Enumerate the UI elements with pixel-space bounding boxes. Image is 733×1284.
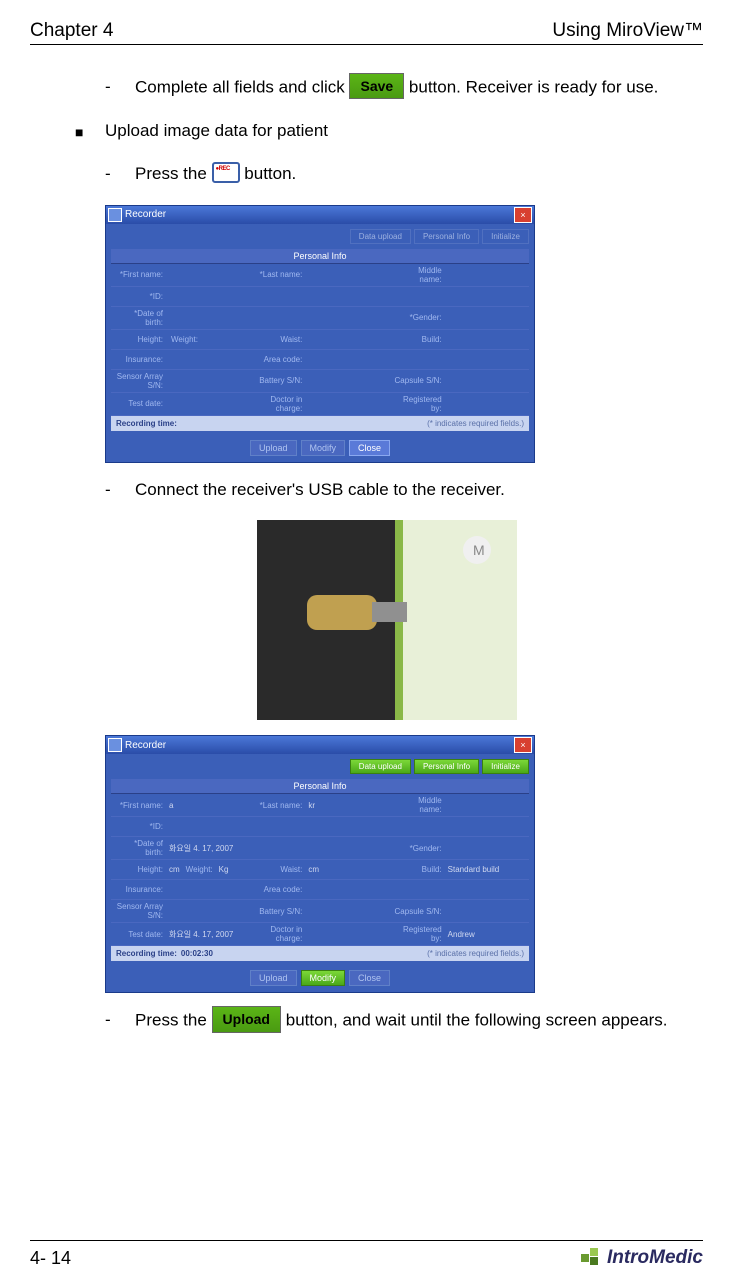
instruction-text: Press the Upload button, and wait until … <box>135 1008 698 1034</box>
bullet-dash: - <box>105 162 135 187</box>
bullet-dash: - <box>105 1008 135 1034</box>
field-label: Height: <box>111 333 167 346</box>
titlebar: Recorder × <box>106 736 534 754</box>
field-value: cm <box>167 863 182 876</box>
field-label: Area code: <box>250 883 306 896</box>
field-label: Middle name: <box>390 794 446 816</box>
field-label: *ID: <box>111 290 167 303</box>
field-label: Insurance: <box>111 883 167 896</box>
field-value: 화요일 4. 17, 2007 <box>167 927 235 942</box>
field-value: a <box>167 799 175 812</box>
main-content: - Complete all fields and click Save but… <box>30 45 703 1240</box>
field-value: Andrew <box>446 928 477 941</box>
field-value: kr <box>306 799 317 812</box>
instruction-text: Connect the receiver's USB cable to the … <box>135 478 698 503</box>
bullet-square: ■ <box>75 119 105 144</box>
upload-button[interactable]: Upload <box>250 970 297 986</box>
field-label: *ID: <box>111 820 167 833</box>
field-label: Area code: <box>250 353 306 366</box>
field-label: Weight: <box>182 863 217 876</box>
titlebar: Recorder × <box>106 206 534 224</box>
field-label: Doctor in charge: <box>250 393 306 415</box>
field-label: Capsule S/N: <box>390 905 446 918</box>
instruction-text: Complete all fields and click Save butto… <box>135 75 698 101</box>
field-label: Waist: <box>250 333 306 346</box>
bullet-dash: - <box>105 75 135 101</box>
bullet-dash: - <box>105 478 135 503</box>
instruction-text: Press the button. <box>135 162 698 187</box>
rec-icon[interactable] <box>212 162 240 183</box>
field-label: *Last name: <box>250 268 306 281</box>
field-label: Waist: <box>250 863 306 876</box>
field-label: Capsule S/N: <box>390 374 446 387</box>
tab-initialize[interactable]: Initialize <box>482 229 529 244</box>
close-button[interactable]: Close <box>349 970 390 986</box>
field-value: 화요일 4. 17, 2007 <box>167 841 235 856</box>
field-label: Sensor Array S/N: <box>111 900 167 922</box>
field-label: *Date of birth: <box>111 307 167 329</box>
field-label: *First name: <box>111 268 167 281</box>
svg-text:M: M <box>473 542 485 558</box>
product-label: Using MiroView™ <box>552 20 703 42</box>
section-heading: Upload image data for patient <box>105 119 698 144</box>
recording-time-value: 00:02:30 <box>181 949 213 958</box>
usb-connection-photo: M <box>257 520 517 720</box>
close-icon[interactable]: × <box>514 207 532 223</box>
field-label: Insurance: <box>111 353 167 366</box>
page-number: 4- 14 <box>30 1248 71 1269</box>
field-label: *First name: <box>111 799 167 812</box>
field-label: Battery S/N: <box>250 905 306 918</box>
required-note: (* indicates required fields.) <box>427 949 524 958</box>
chapter-label: Chapter 4 <box>30 20 113 42</box>
field-value: cm <box>306 863 321 876</box>
upload-button[interactable]: Upload <box>212 1006 281 1032</box>
field-label: *Date of birth: <box>111 837 167 859</box>
modify-button[interactable]: Modify <box>301 440 346 456</box>
section-title: Personal Info <box>111 249 529 264</box>
field-label: Battery S/N: <box>250 374 306 387</box>
tab-personal-info[interactable]: Personal Info <box>414 229 479 244</box>
field-label: Registered by: <box>390 393 446 415</box>
modify-button[interactable]: Modify <box>301 970 346 986</box>
window-icon <box>108 738 122 752</box>
close-button[interactable]: Close <box>349 440 390 456</box>
window-icon <box>108 208 122 222</box>
tab-data-upload[interactable]: Data upload <box>350 759 411 774</box>
tab-data-upload[interactable]: Data upload <box>350 229 411 244</box>
required-note: (* indicates required fields.) <box>427 419 524 428</box>
field-value: Kg <box>217 863 231 876</box>
tab-initialize[interactable]: Initialize <box>482 759 529 774</box>
recording-time-label: Recording time: <box>116 419 177 428</box>
tab-personal-info[interactable]: Personal Info <box>414 759 479 774</box>
save-button[interactable]: Save <box>349 73 404 99</box>
window-title: Recorder <box>125 209 166 220</box>
field-label: *Gender: <box>390 311 446 324</box>
logo-text: IntroMedic <box>607 1247 703 1269</box>
field-label: Doctor in charge: <box>250 923 306 945</box>
company-logo: IntroMedic <box>581 1247 703 1269</box>
field-label: Test date: <box>111 397 167 410</box>
page-footer: 4- 14 IntroMedic <box>30 1240 703 1269</box>
field-label: Test date: <box>111 928 167 941</box>
field-value: Standard build <box>446 863 502 876</box>
page-header: Chapter 4 Using MiroView™ <box>30 20 703 45</box>
field-label: Weight: <box>167 333 202 346</box>
recording-time-label: Recording time:00:02:30 <box>116 949 213 958</box>
recorder-dialog-screenshot-2: Recorder × Data upload Personal Info Ini… <box>105 735 535 993</box>
field-label: *Gender: <box>390 842 446 855</box>
section-title: Personal Info <box>111 779 529 794</box>
close-icon[interactable]: × <box>514 737 532 753</box>
field-label: Sensor Array S/N: <box>111 370 167 392</box>
logo-icon <box>581 1248 603 1268</box>
field-label: Middle name: <box>390 264 446 286</box>
field-label: Build: <box>390 863 446 876</box>
field-label: *Last name: <box>250 799 306 812</box>
field-label: Build: <box>390 333 446 346</box>
recorder-dialog-screenshot-1: Recorder × Data upload Personal Info Ini… <box>105 205 535 463</box>
field-label: Height: <box>111 863 167 876</box>
window-title: Recorder <box>125 740 166 751</box>
upload-button[interactable]: Upload <box>250 440 297 456</box>
field-label: Registered by: <box>390 923 446 945</box>
